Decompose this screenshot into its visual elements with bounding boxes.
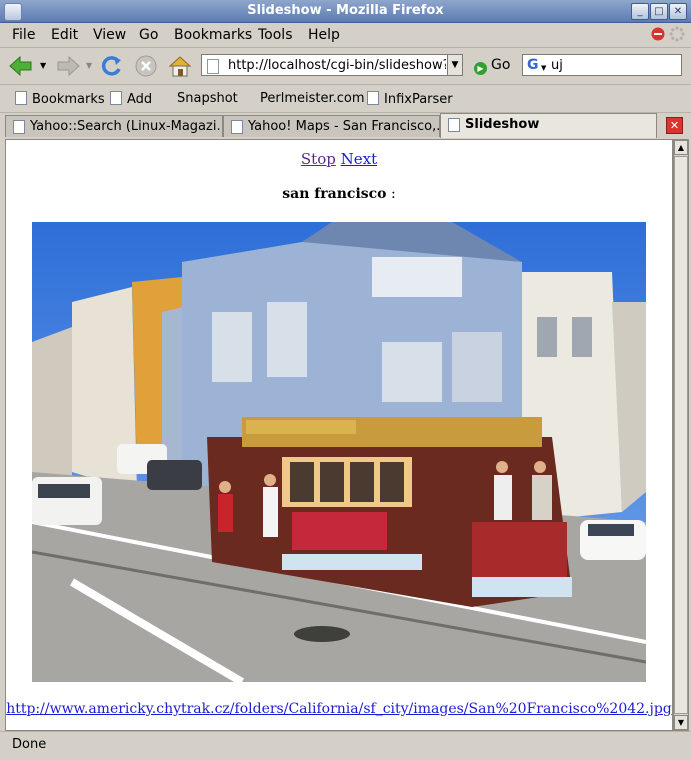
tab-strip: Yahoo::Search (Linux-Magazi... Yahoo! Ma… <box>0 113 691 138</box>
navigation-toolbar: ▼ ▼ http://localhost/cgi-bin/slideshow?q… <box>0 48 691 85</box>
bookmark-perlmeister[interactable]: Perlmeister.com <box>260 91 365 106</box>
page-icon <box>13 120 25 134</box>
scroll-up-button[interactable]: ▲ <box>674 140 688 155</box>
next-link[interactable]: Next <box>341 150 378 168</box>
back-arrow-icon[interactable] <box>8 54 34 78</box>
forward-arrow-icon[interactable] <box>55 54 81 78</box>
search-box[interactable]: G ▼ uj <box>522 54 682 76</box>
stop-link[interactable]: Stop <box>301 150 336 168</box>
engine-dropdown-icon[interactable]: ▼ <box>541 64 546 72</box>
home-icon[interactable] <box>167 54 193 78</box>
go-icon: ▶ <box>474 62 487 75</box>
page-icon <box>231 120 243 134</box>
window-title: Slideshow - Mozilla Firefox <box>247 3 444 18</box>
page-icon <box>448 118 460 132</box>
vertical-scrollbar[interactable]: ▲ ▼ <box>673 139 689 731</box>
slide-title-suffix: : <box>386 186 396 202</box>
bookmark-icon <box>367 91 379 105</box>
go-label: Go <box>491 57 511 73</box>
maximize-button[interactable]: □ <box>650 3 668 20</box>
bookmarks-toolbar: Bookmarks Add Snapshot Perlmeister.com I… <box>0 85 691 113</box>
menu-tools[interactable]: Tools <box>258 27 293 43</box>
go-button[interactable]: ▶ Go <box>474 57 510 75</box>
url-history-dropdown[interactable]: ▼ <box>447 54 463 76</box>
status-bar: Done <box>0 731 691 760</box>
title-bar: Slideshow - Mozilla Firefox _ □ ✕ <box>0 0 691 23</box>
reload-icon[interactable] <box>98 54 124 78</box>
close-window-button[interactable]: ✕ <box>669 3 687 20</box>
menu-bookmarks[interactable]: Bookmarks <box>174 27 252 43</box>
url-text[interactable]: http://localhost/cgi-bin/slideshow?q=s <box>228 58 446 73</box>
close-tab-icon[interactable]: ✕ <box>666 117 683 134</box>
search-engine-icon[interactable]: G <box>527 57 539 73</box>
tab-slideshow[interactable]: Slideshow <box>440 113 657 138</box>
menu-file[interactable]: File <box>12 27 35 43</box>
bookmark-snapshot[interactable]: Snapshot <box>177 91 238 106</box>
scroll-thumb[interactable] <box>674 156 688 714</box>
bookmark-icon <box>110 91 122 105</box>
menu-bar: File Edit View Go Bookmarks Tools Help <box>0 23 691 48</box>
search-input[interactable]: uj <box>551 58 563 73</box>
menu-help[interactable]: Help <box>308 27 340 43</box>
forward-dropdown-icon[interactable]: ▼ <box>86 61 92 70</box>
slide-caption: san francisco : <box>6 186 672 202</box>
slideshow-controls: Stop Next <box>6 150 672 168</box>
image-source: http://www.americky.chytrak.cz/folders/C… <box>6 701 672 717</box>
stop-icon[interactable] <box>133 54 159 78</box>
tab-yahoo-maps[interactable]: Yahoo! Maps - San Francisco,... <box>223 115 440 137</box>
page-icon <box>207 59 219 74</box>
url-bar[interactable]: http://localhost/cgi-bin/slideshow?q=s <box>201 54 463 76</box>
menu-go[interactable]: Go <box>139 27 158 43</box>
minimize-button[interactable]: _ <box>631 3 649 20</box>
bookmark-add[interactable]: Add <box>110 91 152 107</box>
bookmark-icon <box>15 91 27 105</box>
tab-yahoo-search[interactable]: Yahoo::Search (Linux-Magazi... <box>5 115 223 137</box>
menu-view[interactable]: View <box>93 27 126 43</box>
alert-icon[interactable] <box>651 27 665 41</box>
bookmark-bookmarks[interactable]: Bookmarks <box>15 91 105 107</box>
bookmark-infixparser[interactable]: InfixParser <box>367 91 453 107</box>
back-dropdown-icon[interactable]: ▼ <box>40 61 46 70</box>
slide-title: san francisco <box>282 186 387 202</box>
throbber-icon <box>669 26 685 42</box>
menu-edit[interactable]: Edit <box>51 27 78 43</box>
image-url-link[interactable]: http://www.americky.chytrak.cz/folders/C… <box>6 701 672 717</box>
page-content: Stop Next san francisco : http://www.ame… <box>5 139 673 731</box>
scroll-down-button[interactable]: ▼ <box>674 715 688 730</box>
slide-photo <box>32 222 646 682</box>
status-text: Done <box>12 737 47 752</box>
